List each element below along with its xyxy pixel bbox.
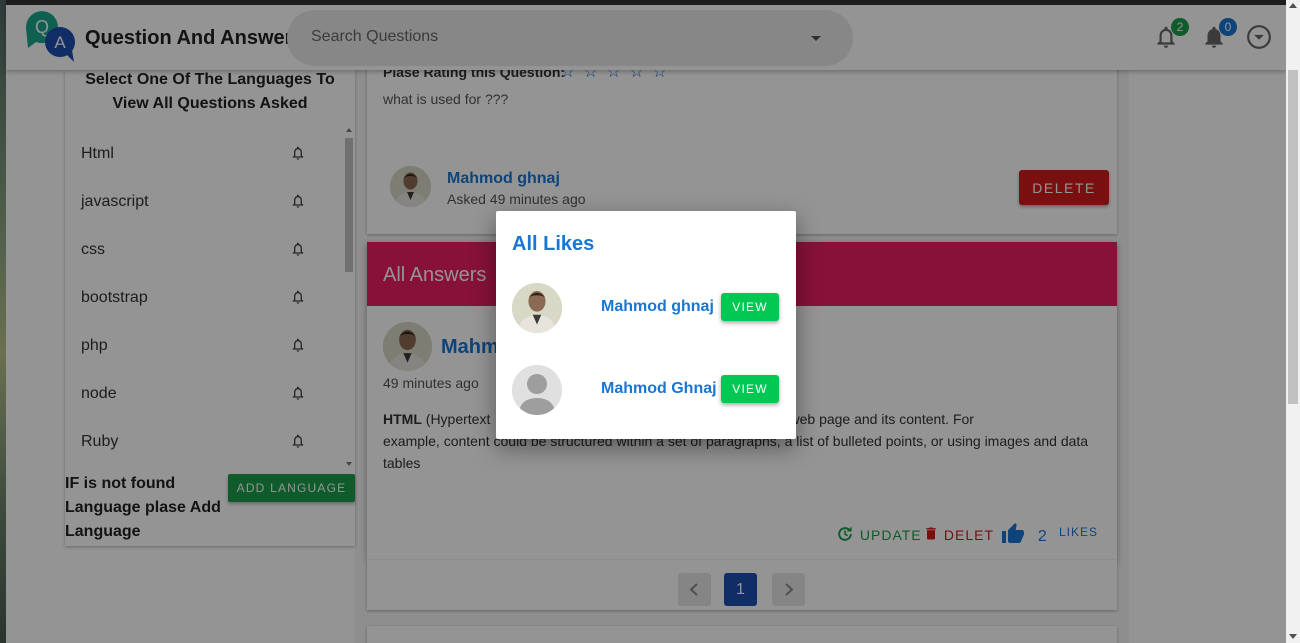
default-user-icon bbox=[512, 365, 562, 415]
window-scroll-thumb[interactable] bbox=[1288, 70, 1298, 404]
view-profile-button[interactable]: VIEW bbox=[721, 375, 779, 403]
likes-dialog: All Likes Mahmod ghnaj VIEW Mahmod Ghnaj… bbox=[496, 211, 796, 439]
avatar[interactable] bbox=[512, 365, 562, 415]
window-scrollbar[interactable] bbox=[1286, 0, 1300, 643]
dialog-title: All Likes bbox=[512, 233, 595, 255]
view-profile-button[interactable]: VIEW bbox=[721, 293, 779, 321]
like-row: Mahmod ghnaj VIEW bbox=[496, 283, 796, 343]
like-row: Mahmod Ghnaj VIEW bbox=[496, 365, 796, 425]
liker-name-link[interactable]: Mahmod ghnaj bbox=[601, 298, 714, 316]
avatar[interactable] bbox=[512, 283, 562, 333]
scroll-down-arrow-icon[interactable] bbox=[1289, 634, 1297, 639]
user-photo-icon bbox=[512, 283, 562, 333]
liker-name-link[interactable]: Mahmod Ghnaj bbox=[601, 380, 717, 398]
scroll-up-arrow-icon[interactable] bbox=[1289, 3, 1297, 8]
